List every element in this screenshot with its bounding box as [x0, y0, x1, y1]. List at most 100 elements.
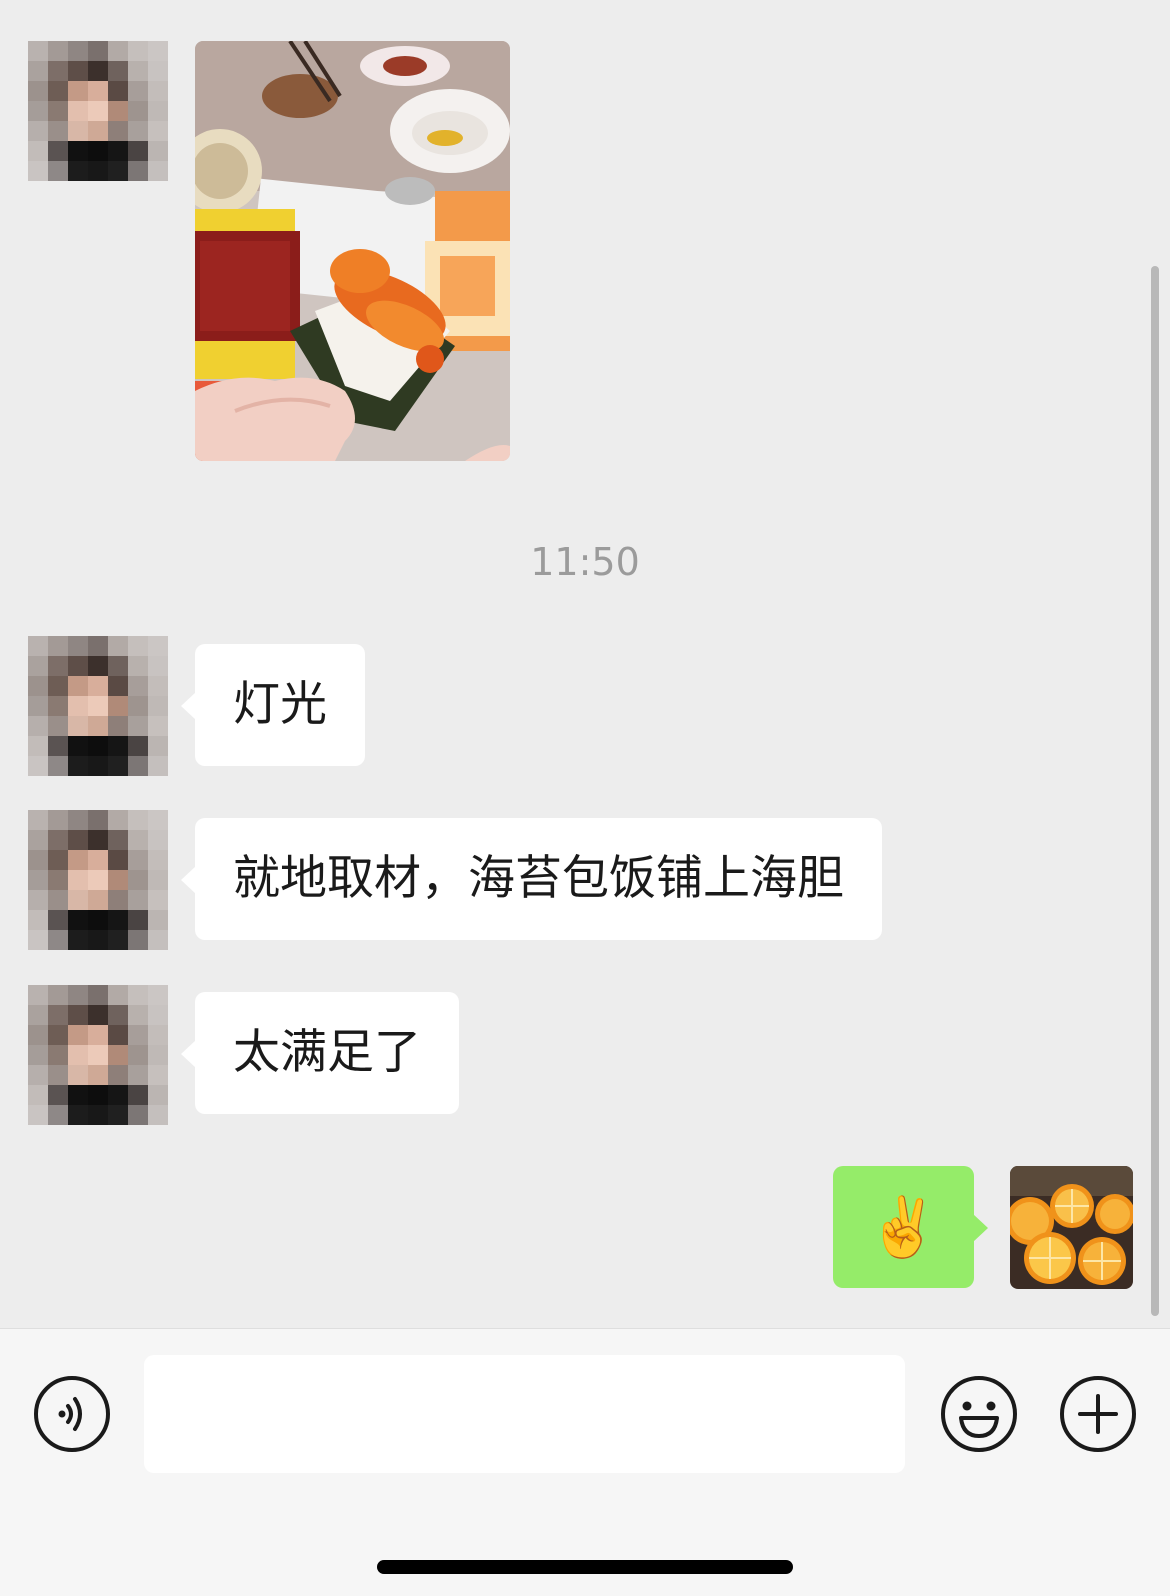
- avatar-pixel: [68, 736, 88, 756]
- more-options-button[interactable]: [1058, 1374, 1138, 1454]
- avatar-pixel: [128, 61, 148, 81]
- avatar-pixel: [68, 985, 88, 1005]
- avatar-pixel: [28, 1105, 48, 1125]
- avatar-pixel: [108, 81, 128, 101]
- avatar-pixel: [48, 890, 68, 910]
- avatar-pixel: [128, 736, 148, 756]
- contact-avatar[interactable]: [28, 810, 168, 950]
- avatar-pixel: [148, 1045, 168, 1065]
- avatar-pixel: [68, 810, 88, 830]
- scrollbar[interactable]: [1151, 266, 1159, 1316]
- avatar-pixel: [68, 141, 88, 161]
- avatar-pixel: [48, 910, 68, 930]
- avatar-pixel: [28, 61, 48, 81]
- avatar-pixel: [148, 141, 168, 161]
- avatar-pixel: [108, 870, 128, 890]
- avatar-pixel: [68, 676, 88, 696]
- avatar-pixel: [108, 121, 128, 141]
- avatar-pixel: [68, 716, 88, 736]
- incoming-text-message[interactable]: 就地取材，海苔包饭铺上海胆: [181, 818, 882, 940]
- avatar-pixel: [148, 41, 168, 61]
- voice-input-button[interactable]: [32, 1374, 112, 1454]
- my-avatar[interactable]: [1010, 1166, 1133, 1289]
- avatar-pixel: [28, 656, 48, 676]
- avatar-pixel: [48, 830, 68, 850]
- avatar-pixel: [68, 1065, 88, 1085]
- message-list[interactable]: 11:50 灯光 就地取材，海苔包饭铺上海胆 太满足了 ✌️: [0, 0, 1170, 1328]
- avatar-pixel: [68, 1005, 88, 1025]
- chat-screen: 11:50 灯光 就地取材，海苔包饭铺上海胆 太满足了 ✌️: [0, 0, 1170, 1596]
- avatar-pixel: [88, 161, 108, 181]
- avatar-pixel: [148, 676, 168, 696]
- avatar-pixel: [48, 736, 68, 756]
- avatar-pixel: [48, 850, 68, 870]
- avatar-pixel: [48, 985, 68, 1005]
- avatar-pixel: [88, 870, 108, 890]
- avatar-pixel: [88, 676, 108, 696]
- avatar-pixel: [128, 1005, 148, 1025]
- avatar-pixel: [128, 636, 148, 656]
- avatar-pixel: [88, 930, 108, 950]
- avatar-pixel: [68, 830, 88, 850]
- avatar-pixel: [88, 636, 108, 656]
- avatar-pixel: [108, 716, 128, 736]
- avatar-pixel: [48, 756, 68, 776]
- avatar-pixel: [68, 161, 88, 181]
- avatar-pixel: [148, 890, 168, 910]
- avatar-pixel: [128, 930, 148, 950]
- outgoing-emoji-message[interactable]: ✌️: [833, 1166, 988, 1288]
- avatar-pixel: [88, 890, 108, 910]
- avatar-pixel: [128, 810, 148, 830]
- avatar-pixel: [128, 656, 148, 676]
- avatar-pixel: [148, 1105, 168, 1125]
- avatar-pixel: [68, 930, 88, 950]
- avatar-pixel: [108, 830, 128, 850]
- avatar-pixel: [148, 910, 168, 930]
- home-indicator[interactable]: [377, 1560, 793, 1574]
- avatar-pixel: [28, 161, 48, 181]
- avatar-pixel: [28, 910, 48, 930]
- emoji-button[interactable]: [939, 1374, 1019, 1454]
- incoming-text-message[interactable]: 太满足了: [181, 992, 459, 1114]
- avatar-pixel: [88, 41, 108, 61]
- avatar-pixel: [148, 101, 168, 121]
- avatar-pixel: [28, 121, 48, 141]
- avatar-pixel: [128, 830, 148, 850]
- avatar-pixel: [128, 1065, 148, 1085]
- avatar-pixel: [28, 810, 48, 830]
- avatar-pixel: [48, 716, 68, 736]
- message-input[interactable]: [144, 1355, 905, 1473]
- avatar-pixel: [148, 121, 168, 141]
- avatar-pixel: [128, 41, 148, 61]
- avatar-pixel: [28, 1005, 48, 1025]
- avatar-pixel: [148, 716, 168, 736]
- contact-avatar[interactable]: [28, 636, 168, 776]
- avatar-pixel: [28, 870, 48, 890]
- avatar-pixel: [88, 1005, 108, 1025]
- contact-avatar[interactable]: [28, 985, 168, 1125]
- avatar-pixel: [148, 1005, 168, 1025]
- avatar-pixel: [108, 1045, 128, 1065]
- contact-avatar[interactable]: [28, 41, 168, 181]
- incoming-text-message[interactable]: 灯光: [181, 644, 365, 766]
- avatar-pixel: [48, 61, 68, 81]
- avatar-pixel: [108, 636, 128, 656]
- avatar-pixel: [108, 141, 128, 161]
- sushi-photo-message[interactable]: [195, 41, 510, 461]
- avatar-pixel: [88, 1085, 108, 1105]
- avatar-pixel: [48, 636, 68, 656]
- avatar-pixel: [148, 61, 168, 81]
- avatar-pixel: [28, 985, 48, 1005]
- avatar-pixel: [88, 141, 108, 161]
- avatar-pixel: [28, 850, 48, 870]
- avatar-pixel: [68, 61, 88, 81]
- avatar-pixel: [128, 101, 148, 121]
- avatar-pixel: [28, 830, 48, 850]
- avatar-pixel: [68, 910, 88, 930]
- avatar-pixel: [148, 810, 168, 830]
- avatar-pixel: [108, 810, 128, 830]
- avatar-pixel: [28, 1065, 48, 1085]
- avatar-pixel: [68, 636, 88, 656]
- avatar-pixel: [68, 1045, 88, 1065]
- avatar-pixel: [68, 756, 88, 776]
